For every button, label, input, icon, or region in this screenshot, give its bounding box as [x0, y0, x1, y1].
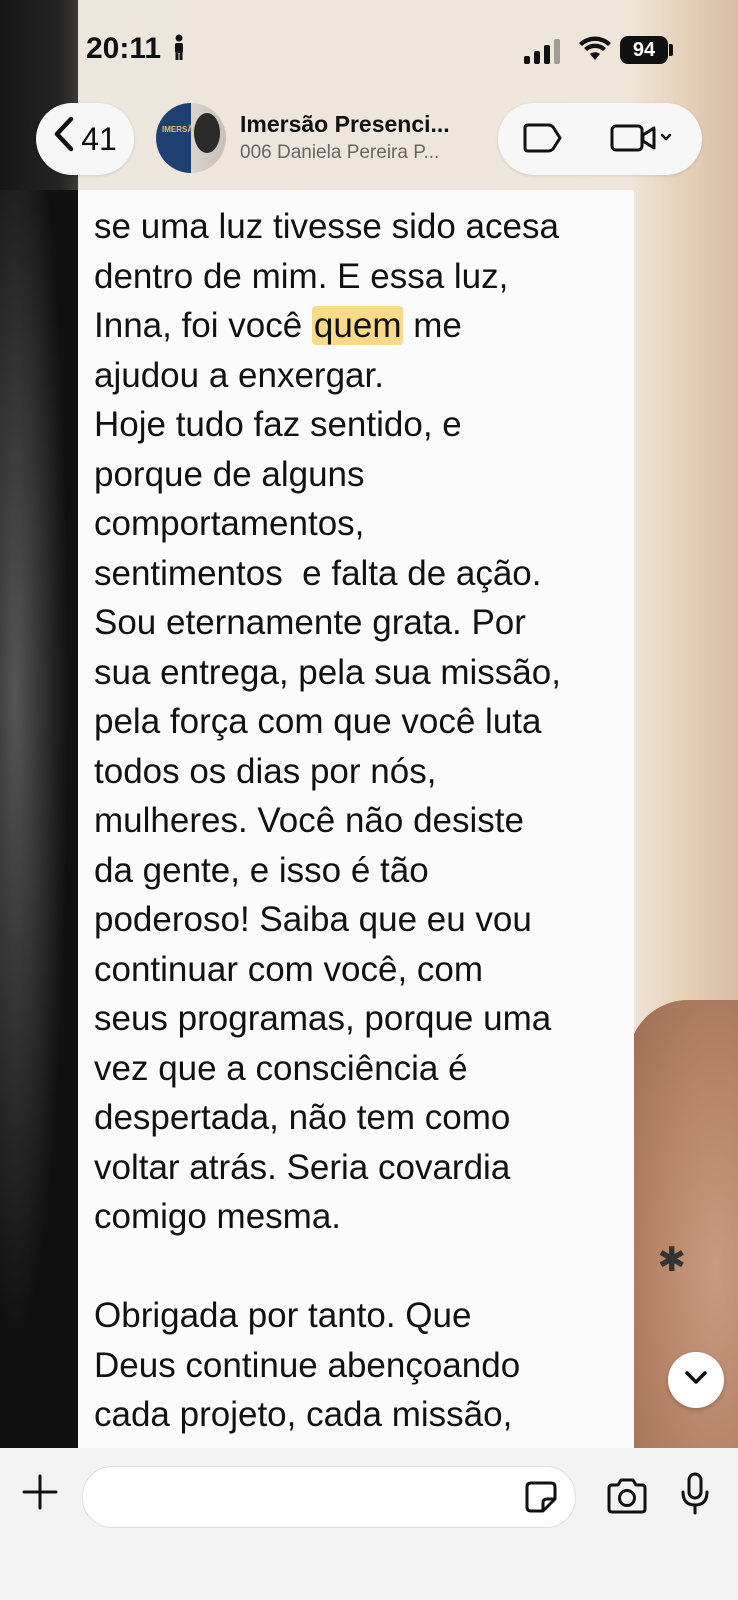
- chevron-left-icon: [53, 116, 75, 159]
- status-time: 20:11: [86, 32, 162, 65]
- cellular-signal-icon: [524, 38, 562, 64]
- avatar-logo-text: IMERSÃO: [162, 125, 200, 134]
- camera-icon[interactable]: [606, 1478, 648, 1514]
- composer-bar: [0, 1448, 738, 1600]
- wifi-icon: [578, 36, 612, 62]
- sticker-icon[interactable]: [525, 1481, 557, 1513]
- back-button[interactable]: 41: [36, 103, 134, 175]
- status-bar: 20:11 94: [0, 0, 738, 95]
- call-actions: [498, 103, 702, 175]
- battery-indicator: 94: [620, 36, 668, 64]
- unread-count: 41: [81, 120, 117, 157]
- background-tattoo: ✱: [657, 1241, 687, 1279]
- message-text: se uma luz tivesse sido acesa dentro de …: [94, 202, 624, 1440]
- plus-icon[interactable]: [22, 1474, 58, 1510]
- chat-subtitle: 006 Daniela Pereira P...: [240, 142, 440, 163]
- message-bubble[interactable]: se uma luz tivesse sido acesa dentro de …: [78, 190, 634, 1448]
- message-text-part: me ajudou a enxergar. Hoje tudo faz sent…: [94, 306, 561, 1434]
- battery-tip: [669, 44, 673, 56]
- avatar-photo: [194, 113, 220, 153]
- microphone-icon[interactable]: [680, 1472, 710, 1516]
- chat-title: Imersão Presenci...: [240, 111, 450, 137]
- scroll-to-bottom-button[interactable]: [668, 1352, 724, 1408]
- group-avatar[interactable]: IMERSÃO: [156, 103, 226, 173]
- video-camera-icon[interactable]: [610, 123, 672, 153]
- tag-icon[interactable]: [522, 123, 562, 153]
- chat-header: 41 IMERSÃO Imersão Presenci... 006 Danie…: [0, 95, 738, 190]
- person-icon: [172, 34, 186, 67]
- background-hair: [0, 190, 78, 1450]
- chat-title-block[interactable]: Imersão Presenci... 006 Daniela Pereira …: [240, 111, 490, 164]
- message-input[interactable]: [82, 1466, 576, 1528]
- search-highlight: quem: [311, 306, 404, 345]
- chevron-down-icon: [684, 1370, 708, 1391]
